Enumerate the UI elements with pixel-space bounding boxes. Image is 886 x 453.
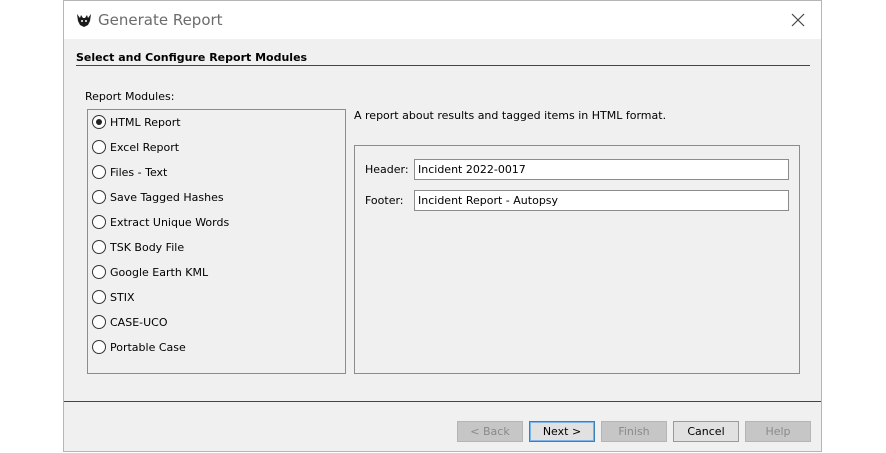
module-description: A report about results and tagged items … — [354, 109, 667, 122]
module-radio-tsk-body-file[interactable]: TSK Body File — [92, 237, 184, 257]
report-modules-list: HTML Report Excel Report Files - Text Sa… — [87, 109, 346, 374]
module-label: STIX — [110, 290, 135, 304]
module-label: Excel Report — [110, 140, 180, 154]
radio-button[interactable] — [92, 215, 106, 229]
module-radio-files-text[interactable]: Files - Text — [92, 162, 167, 182]
module-radio-case-uco[interactable]: CASE-UCO — [92, 312, 168, 332]
window-title: Generate Report — [98, 11, 223, 29]
section-heading: Select and Configure Report Modules — [76, 51, 308, 64]
radio-button-selected[interactable] — [92, 115, 106, 129]
radio-button[interactable] — [92, 340, 106, 354]
finish-button[interactable]: Finish — [601, 421, 667, 442]
radio-button[interactable] — [92, 190, 106, 204]
generate-report-dialog: Generate Report Select and Configure Rep… — [63, 0, 822, 452]
cancel-button[interactable]: Cancel — [673, 421, 739, 442]
header-label: Header: — [365, 163, 409, 176]
radio-button[interactable] — [92, 240, 106, 254]
module-radio-google-earth-kml[interactable]: Google Earth KML — [92, 262, 208, 282]
module-radio-extract-unique-words[interactable]: Extract Unique Words — [92, 212, 229, 232]
module-label: Save Tagged Hashes — [110, 190, 224, 204]
header-input[interactable] — [414, 159, 789, 180]
help-button[interactable]: Help — [745, 421, 811, 442]
close-button[interactable] — [775, 1, 821, 39]
radio-button[interactable] — [92, 290, 106, 304]
module-label: Files - Text — [110, 165, 168, 179]
report-modules-label: Report Modules: — [85, 90, 175, 103]
module-label: Extract Unique Words — [110, 215, 230, 229]
module-radio-excel-report[interactable]: Excel Report — [92, 137, 179, 157]
module-label: CASE-UCO — [110, 315, 168, 329]
radio-button[interactable] — [92, 315, 106, 329]
radio-button[interactable] — [92, 140, 106, 154]
module-label: Google Earth KML — [110, 265, 209, 279]
section-divider — [76, 65, 810, 66]
radio-button[interactable] — [92, 165, 106, 179]
module-radio-stix[interactable]: STIX — [92, 287, 134, 307]
footer-label: Footer: — [365, 194, 404, 207]
footer-input[interactable] — [414, 190, 789, 211]
module-label: TSK Body File — [110, 240, 185, 254]
button-bar-divider — [64, 401, 821, 402]
module-label: Portable Case — [110, 340, 186, 354]
module-radio-html-report[interactable]: HTML Report — [92, 112, 181, 132]
autopsy-dog-icon — [77, 14, 91, 27]
module-config-panel: Header: Footer: — [354, 145, 800, 374]
back-button[interactable]: < Back — [457, 421, 523, 442]
radio-button[interactable] — [92, 265, 106, 279]
module-radio-save-tagged-hashes[interactable]: Save Tagged Hashes — [92, 187, 224, 207]
next-button[interactable]: Next > — [529, 421, 595, 442]
close-icon — [791, 13, 805, 27]
module-radio-portable-case[interactable]: Portable Case — [92, 337, 186, 357]
module-label: HTML Report — [110, 115, 181, 129]
title-bar: Generate Report — [64, 1, 821, 39]
